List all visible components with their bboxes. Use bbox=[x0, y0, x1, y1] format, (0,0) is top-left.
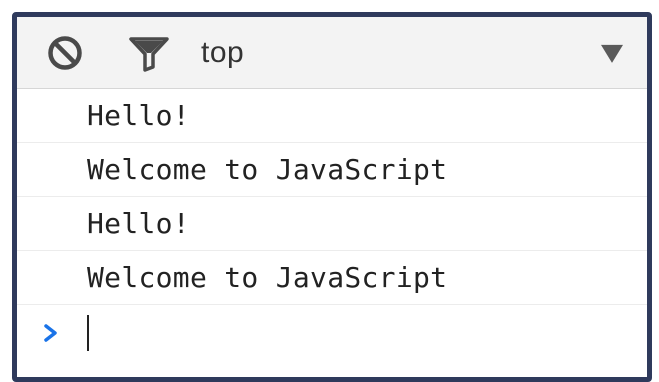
console-message-row: Welcome to JavaScript bbox=[17, 251, 647, 305]
console-message-text: Welcome to JavaScript bbox=[87, 261, 448, 294]
context-label: top bbox=[201, 35, 245, 69]
context-selector[interactable]: top bbox=[201, 17, 633, 88]
console-message-text: Welcome to JavaScript bbox=[87, 153, 448, 186]
console-prompt[interactable] bbox=[17, 305, 647, 361]
text-cursor bbox=[87, 315, 89, 351]
console-message-row: Hello! bbox=[17, 89, 647, 143]
clear-console-icon[interactable] bbox=[45, 33, 85, 73]
console-messages: Hello! Welcome to JavaScript Hello! Welc… bbox=[17, 89, 647, 377]
console-message-row: Hello! bbox=[17, 197, 647, 251]
dropdown-arrow-icon bbox=[601, 44, 623, 63]
prompt-chevron-icon bbox=[43, 323, 59, 343]
devtools-console-panel: top Hello! Welcome to JavaScript Hello! … bbox=[12, 12, 652, 382]
filter-icon[interactable] bbox=[127, 33, 171, 73]
console-toolbar: top bbox=[17, 17, 647, 89]
console-message-text: Hello! bbox=[87, 99, 190, 132]
console-message-text: Hello! bbox=[87, 207, 190, 240]
console-message-row: Welcome to JavaScript bbox=[17, 143, 647, 197]
